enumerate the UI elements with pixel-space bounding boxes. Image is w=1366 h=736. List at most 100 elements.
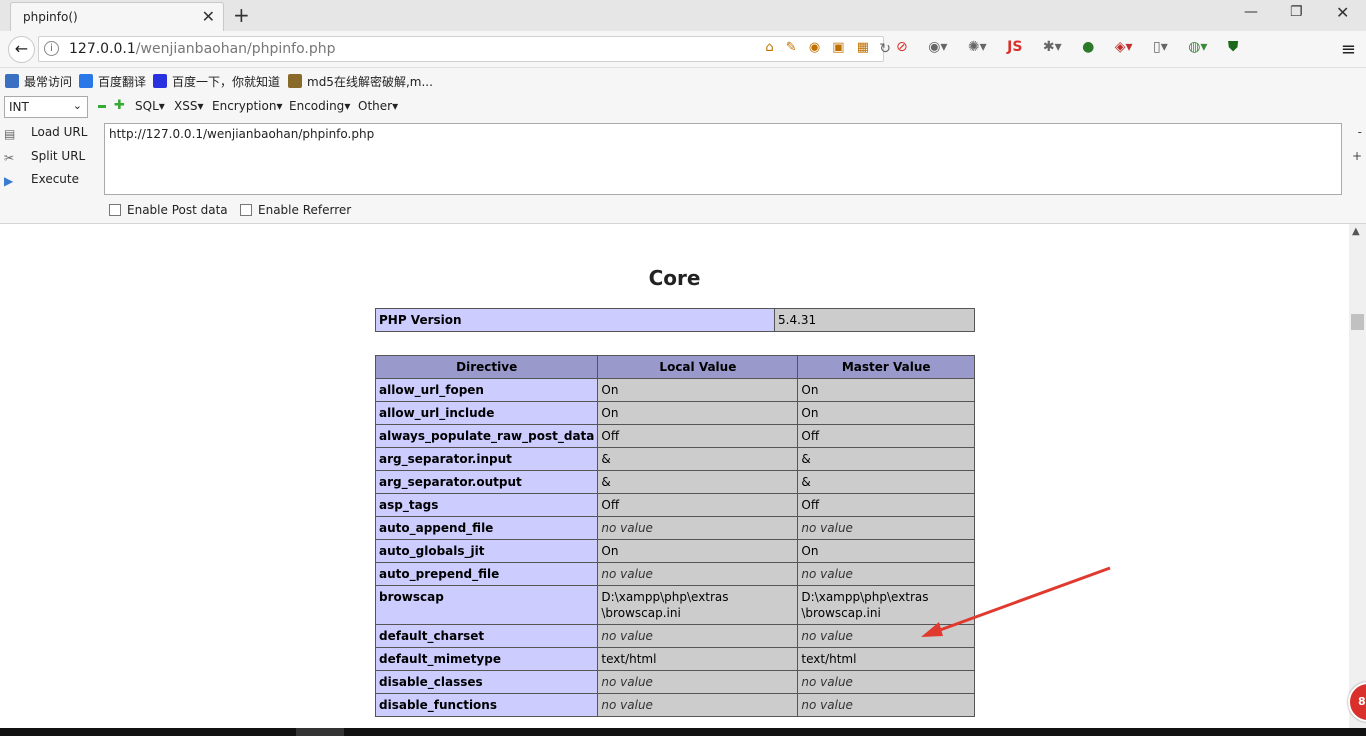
- directive-name: default_charset: [374, 624, 599, 648]
- reload-icon[interactable]: ↻: [879, 41, 891, 57]
- table-row: auto_prepend_file no value no value: [374, 562, 975, 586]
- translate-icon: [79, 74, 93, 88]
- local-value: no value: [597, 516, 799, 540]
- directive-name: asp_tags: [374, 493, 599, 517]
- scroll-up-icon[interactable]: ▲: [1352, 226, 1360, 237]
- local-value: no value: [597, 562, 799, 586]
- master-value: Off: [797, 424, 975, 448]
- master-value: On: [797, 378, 975, 402]
- bookmark-most-visited[interactable]: 最常访问: [5, 73, 72, 90]
- local-value: no value: [597, 670, 799, 694]
- directive-name: default_mimetype: [374, 647, 599, 671]
- expand-button[interactable]: +: [1352, 149, 1362, 163]
- table-row: allow_url_include On On: [374, 401, 975, 425]
- menu-other[interactable]: Other▾: [358, 99, 398, 113]
- url-textarea[interactable]: http://127.0.0.1/wenjianbaohan/phpinfo.p…: [104, 123, 1342, 195]
- addon-icons[interactable]: ⌂ ✎ ◉ ▣ ▦: [765, 40, 873, 55]
- baidu-paw-icon: [153, 74, 167, 88]
- load-url-icon: ▤: [4, 127, 16, 141]
- table-row: always_populate_raw_post_data Off Off: [374, 424, 975, 448]
- local-value: Off: [597, 424, 799, 448]
- play-icon: ▶: [4, 174, 14, 188]
- tab-title: phpinfo(): [23, 10, 78, 24]
- version-value: 5.4.31: [774, 308, 975, 332]
- table-row: disable_classes no value no value: [374, 670, 975, 694]
- menu-encryption[interactable]: Encryption▾: [212, 99, 282, 113]
- palette-icon[interactable]: ✺▾: [968, 39, 987, 55]
- grid-icon: [288, 74, 302, 88]
- red-arrow-annotation: [921, 566, 1111, 637]
- js-icon[interactable]: JS: [1007, 39, 1022, 55]
- enable-post-checkbox[interactable]: Enable Post data: [109, 203, 228, 217]
- master-value: On: [797, 539, 975, 563]
- devices-icon[interactable]: ▯▾: [1153, 39, 1168, 55]
- bug-icon[interactable]: ✱▾: [1043, 39, 1062, 55]
- arrow-line: [928, 566, 1111, 636]
- local-value: On: [597, 539, 799, 563]
- proxy-icon[interactable]: ◍▾: [1188, 39, 1207, 55]
- master-value: On: [797, 401, 975, 425]
- address-bar[interactable]: i 127.0.0.1/wenjianbaohan/phpinfo.php ⌂ …: [38, 36, 891, 62]
- shrink-button[interactable]: -: [1358, 125, 1362, 139]
- hackbar-panel: INT ⌄ ✚ SQL▾ XSS▾ Encryption▾ Encoding▾ …: [0, 93, 1366, 224]
- menu-sql[interactable]: SQL▾: [135, 99, 165, 113]
- table-row: disable_functions no value no value: [374, 693, 975, 717]
- vertical-scrollbar[interactable]: ▲: [1349, 224, 1366, 728]
- minimize-icon[interactable]: —: [1244, 4, 1258, 20]
- bookmark-folder-icon: [5, 74, 19, 88]
- type-select[interactable]: INT ⌄: [4, 96, 88, 118]
- enable-referrer-checkbox[interactable]: Enable Referrer: [240, 203, 351, 217]
- table-header-row: Directive Local Value Master Value: [374, 355, 975, 379]
- shield-green-icon[interactable]: ●: [1082, 39, 1094, 55]
- directive-name: auto_prepend_file: [374, 562, 599, 586]
- directive-table: Directive Local Value Master Value allow…: [374, 355, 975, 717]
- hat-icon[interactable]: ◈▾: [1115, 39, 1133, 55]
- local-value: On: [597, 401, 799, 425]
- master-value: no value: [797, 516, 975, 540]
- load-url-button[interactable]: ▤ Load URL: [4, 125, 87, 141]
- url-path: /wenjianbaohan/phpinfo.php: [135, 41, 336, 57]
- close-window-icon[interactable]: ✕: [1336, 3, 1349, 22]
- table-row: arg_separator.input & &: [374, 447, 975, 471]
- table-row: asp_tags Off Off: [374, 493, 975, 517]
- url-text[interactable]: 127.0.0.1/wenjianbaohan/phpinfo.php: [69, 41, 336, 57]
- scissors-icon: ✂: [4, 151, 15, 165]
- execute-button[interactable]: ▶ Execute: [4, 172, 79, 188]
- info-icon[interactable]: i: [44, 41, 59, 56]
- menu-encoding[interactable]: Encoding▾: [289, 99, 350, 113]
- close-tab-icon[interactable]: ✕: [202, 7, 215, 26]
- bookmarks-bar: 最常访问 百度翻译 百度一下，你就知道 md5在线解密破解,m...: [0, 68, 1366, 93]
- back-arrow-icon[interactable]: ←: [8, 36, 35, 63]
- page-title: Core: [648, 266, 701, 290]
- globe-icon[interactable]: ◉▾: [928, 39, 947, 55]
- new-tab-icon[interactable]: +: [233, 3, 250, 27]
- browser-tab[interactable]: phpinfo() ✕: [10, 2, 224, 31]
- directive-name: allow_url_fopen: [374, 378, 599, 402]
- bookmark-baidu-translate[interactable]: 百度翻译: [79, 73, 146, 90]
- plus-green-icon[interactable]: ✚: [114, 98, 125, 113]
- extension-icons: ⊘ ◉▾ ✺▾ JS ✱▾ ● ◈▾ ▯▾ ◍▾ ⛊: [896, 39, 1254, 55]
- table-row: default_mimetype text/html text/html: [374, 647, 975, 671]
- local-value: Off: [597, 493, 799, 517]
- noscript-icon[interactable]: ⊘: [896, 39, 908, 55]
- scroll-thumb[interactable]: [1351, 314, 1364, 330]
- adblock-icon[interactable]: ⛊: [1228, 39, 1239, 55]
- bookmark-md5[interactable]: md5在线解密破解,m...: [288, 73, 433, 90]
- col-master-value: Master Value: [797, 355, 975, 379]
- split-url-button[interactable]: ✂ Split URL: [4, 149, 85, 165]
- bookmark-baidu[interactable]: 百度一下，你就知道: [153, 73, 280, 90]
- table-row: auto_append_file no value no value: [374, 516, 975, 540]
- version-label: PHP Version: [375, 308, 775, 332]
- navigation-bar: ← i 127.0.0.1/wenjianbaohan/phpinfo.php …: [0, 31, 1366, 68]
- url-host: 127.0.0.1: [69, 41, 136, 57]
- restore-icon[interactable]: ❐: [1290, 4, 1303, 20]
- minus-green-icon[interactable]: [98, 105, 106, 108]
- directive-name: arg_separator.output: [374, 470, 599, 494]
- col-local-value: Local Value: [597, 355, 799, 379]
- menu-xss[interactable]: XSS▾: [174, 99, 204, 113]
- master-value: no value: [797, 670, 975, 694]
- local-value: no value: [597, 693, 799, 717]
- master-value: Off: [797, 493, 975, 517]
- arrow-head: [921, 622, 943, 637]
- hamburger-menu-icon[interactable]: ≡: [1341, 39, 1356, 60]
